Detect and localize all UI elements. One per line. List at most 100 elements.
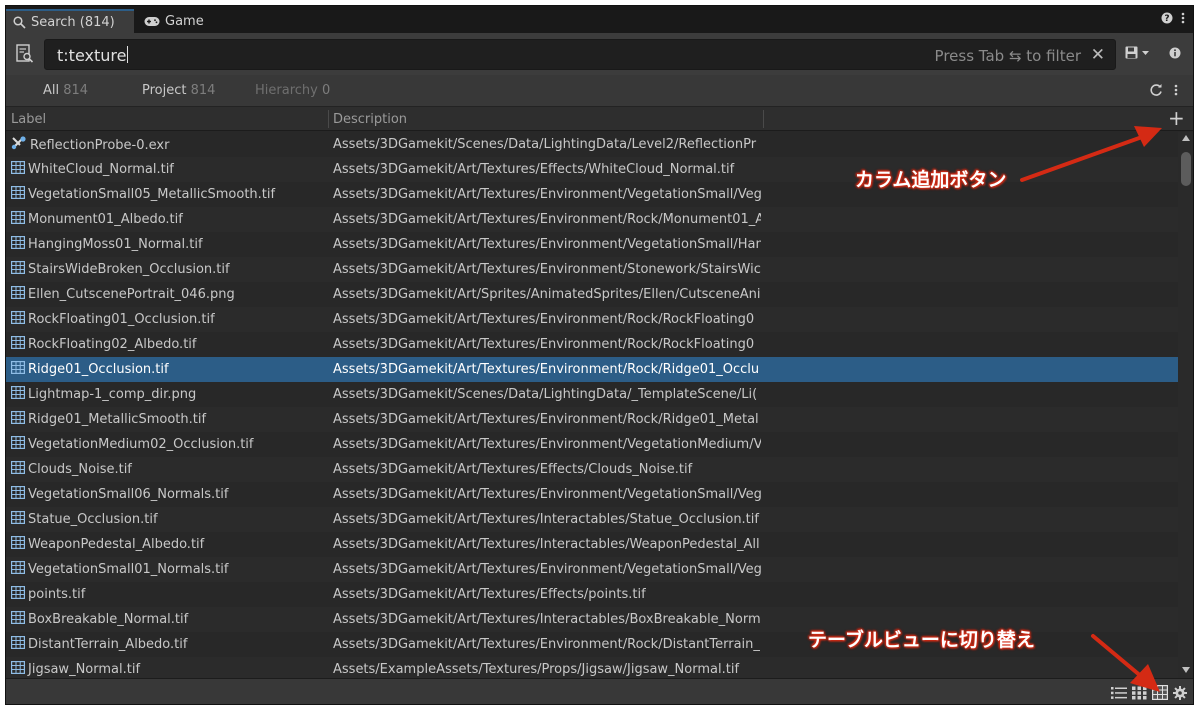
help-icon[interactable]: ? — [1161, 12, 1173, 24]
row-description: Assets/3DGamekit/Art/Textures/Effects/po… — [333, 587, 646, 602]
table-row[interactable]: Ridge01_Occlusion.tif Assets/3DGamekit/Ar… — [6, 357, 1178, 382]
texture-icon — [11, 211, 26, 228]
clear-search-icon[interactable]: ✕ — [1091, 45, 1105, 65]
tab-search[interactable]: Search (814) — [6, 9, 134, 33]
table-row[interactable]: StairsWideBroken_Occlusion.tif Assets/3DG… — [6, 257, 1178, 282]
table-row[interactable]: VegetationSmall06_Normals.tif Assets/3DGa… — [6, 482, 1178, 507]
kebab-menu-icon[interactable] — [1174, 84, 1178, 96]
table-row[interactable]: Ellen_CutscenePortrait_046.png Assets/3DG… — [6, 282, 1178, 307]
row-description: Assets/3DGamekit/Art/Textures/Environmen… — [333, 487, 761, 502]
filter-tab-project[interactable]: Project 814 — [142, 83, 215, 98]
row-label-cell: VegetationMedium02_Occlusion.tif — [11, 436, 254, 453]
table-row[interactable]: ReflectionProbe-0.exr Assets/3DGamekit/Sc… — [6, 132, 1178, 157]
table-row[interactable]: Lightmap-1_comp_dir.png Assets/3DGamekit/… — [6, 382, 1178, 407]
row-description: Assets/3DGamekit/Art/Sprites/AnimatedSpr… — [333, 287, 761, 302]
scroll-up-arrow-icon[interactable] — [1182, 135, 1190, 141]
row-description: Assets/3DGamekit/Art/Textures/Environmen… — [333, 337, 755, 352]
filter-tab-all[interactable]: All 814 — [43, 83, 88, 98]
row-label: HangingMoss01_Normal.tif — [28, 237, 203, 252]
tab-menu: ? — [1161, 12, 1185, 24]
row-label-cell: RockFloating01_Occlusion.tif — [11, 311, 215, 328]
texture-icon — [11, 161, 26, 178]
table-row[interactable]: VegetationMedium02_Occlusion.tif Assets/3… — [6, 432, 1178, 457]
tab-game[interactable]: Game — [137, 9, 227, 33]
kebab-menu-icon[interactable] — [1181, 12, 1185, 24]
texture-icon — [11, 236, 26, 253]
table-row[interactable]: RockFloating01_Occlusion.tif Assets/3DGam… — [6, 307, 1178, 332]
row-label-cell: DistantTerrain_Albedo.tif — [11, 636, 187, 653]
refresh-icon[interactable] — [1149, 83, 1163, 97]
table-row[interactable]: Jigsaw_Normal.tif Assets/ExampleAssets/Te… — [6, 657, 1178, 678]
table-row[interactable]: RockFloating02_Albedo.tif Assets/3DGameki… — [6, 332, 1178, 357]
search-row: t:texture Press Tab ⇆ to filter ✕ — [6, 33, 1193, 75]
vertical-scrollbar[interactable] — [1178, 132, 1193, 678]
table-row[interactable]: VegetationSmall01_Normals.tif Assets/3DGa… — [6, 557, 1178, 582]
tab-search-label: Search (814) — [31, 14, 115, 30]
row-label-cell: points.tif — [11, 586, 85, 603]
column-header-label[interactable]: Label — [11, 112, 46, 127]
row-label-cell: VegetationSmall01_Normals.tif — [11, 561, 228, 578]
texture-icon — [11, 586, 26, 603]
table-row[interactable]: Ridge01_MetallicSmooth.tif Assets/3DGamek… — [6, 407, 1178, 432]
list-view-icon[interactable] — [1111, 686, 1127, 700]
texture-icon — [11, 561, 26, 578]
texture-icon — [11, 361, 26, 378]
row-label-cell: Lightmap-1_comp_dir.png — [11, 386, 196, 403]
info-icon[interactable] — [1169, 47, 1181, 59]
texture-icon — [11, 536, 26, 553]
texture-icon — [11, 461, 26, 478]
row-label: VegetationSmall05_MetallicSmooth.tif — [28, 187, 276, 202]
table-view-icon[interactable] — [1152, 685, 1168, 700]
table-header: Label Description + — [6, 106, 1193, 131]
table-row[interactable]: Clouds_Noise.tif Assets/3DGamekit/Art/Tex… — [6, 457, 1178, 482]
scrollbar-thumb[interactable] — [1181, 152, 1191, 186]
row-label-cell: VegetationSmall06_Normals.tif — [11, 486, 228, 503]
row-label: VegetationMedium02_Occlusion.tif — [28, 437, 254, 452]
row-label-cell: Statue_Occlusion.tif — [11, 511, 158, 528]
row-label: BoxBreakable_Normal.tif — [28, 612, 189, 627]
search-input[interactable]: t:texture Press Tab ⇆ to filter ✕ — [44, 39, 1116, 70]
row-label: points.tif — [28, 587, 86, 602]
row-label: DistantTerrain_Albedo.tif — [28, 637, 188, 652]
settings-gear-icon[interactable] — [1173, 685, 1187, 700]
texture-icon — [11, 486, 26, 503]
filter-tab-hierarchy[interactable]: Hierarchy 0 — [255, 83, 330, 98]
column-divider[interactable] — [328, 110, 329, 128]
row-label-cell: WhiteCloud_Normal.tif — [11, 161, 174, 178]
table-row[interactable]: points.tif Assets/3DGamekit/Art/Textures/… — [6, 582, 1178, 607]
add-column-button[interactable]: + — [1168, 106, 1185, 130]
table-row[interactable]: WeaponPedestal_Albedo.tif Assets/3DGameki… — [6, 532, 1178, 557]
row-label-cell: StairsWideBroken_Occlusion.tif — [11, 261, 230, 278]
row-label-cell: VegetationSmall05_MetallicSmooth.tif — [11, 186, 275, 203]
table-row[interactable]: HangingMoss01_Normal.tif Assets/3DGamekit… — [6, 232, 1178, 257]
grid-view-icon[interactable] — [1132, 686, 1147, 700]
row-description: Assets/ExampleAssets/Textures/Props/Jigs… — [333, 662, 740, 677]
row-description: Assets/3DGamekit/Art/Textures/Environmen… — [333, 187, 761, 202]
row-description: Assets/3DGamekit/Art/Textures/Environmen… — [333, 237, 761, 252]
row-label-cell: HangingMoss01_Normal.tif — [11, 236, 203, 253]
row-label: StairsWideBroken_Occlusion.tif — [28, 262, 230, 277]
row-label: RockFloating02_Albedo.tif — [28, 337, 197, 352]
row-description: Assets/3DGamekit/Art/Textures/Environmen… — [333, 562, 761, 577]
annotation-add-column: カラム追加ボタン — [855, 169, 1007, 191]
scroll-down-arrow-icon[interactable] — [1182, 667, 1190, 673]
table-row[interactable]: Monument01_Albedo.tif Assets/3DGamekit/Ar… — [6, 207, 1178, 232]
column-divider[interactable] — [763, 110, 764, 128]
texture-icon — [11, 661, 26, 678]
row-label: VegetationSmall06_Normals.tif — [28, 487, 229, 502]
row-description: Assets/3DGamekit/Art/Textures/Environmen… — [333, 637, 760, 652]
texture-icon — [11, 261, 26, 278]
column-header-description[interactable]: Description — [333, 112, 407, 127]
row-description: Assets/3DGamekit/Scenes/Data/LightingDat… — [333, 137, 757, 152]
row-label-cell: RockFloating02_Albedo.tif — [11, 336, 196, 353]
table-row[interactable]: Statue_Occlusion.tif Assets/3DGamekit/Art… — [6, 507, 1178, 532]
saved-searches-icon[interactable] — [16, 44, 34, 64]
row-description: Assets/3DGamekit/Art/Textures/Environmen… — [333, 212, 761, 227]
row-description: Assets/3DGamekit/Art/Textures/Environmen… — [333, 262, 761, 277]
texture-icon — [11, 511, 26, 528]
row-label-cell: ReflectionProbe-0.exr — [11, 136, 169, 154]
save-search-dropdown[interactable] — [1125, 46, 1150, 59]
row-description: Assets/3DGamekit/Art/Textures/Effects/Cl… — [333, 462, 693, 477]
row-label: Ellen_CutscenePortrait_046.png — [28, 287, 235, 302]
row-label-cell: Ridge01_MetallicSmooth.tif — [11, 411, 206, 428]
